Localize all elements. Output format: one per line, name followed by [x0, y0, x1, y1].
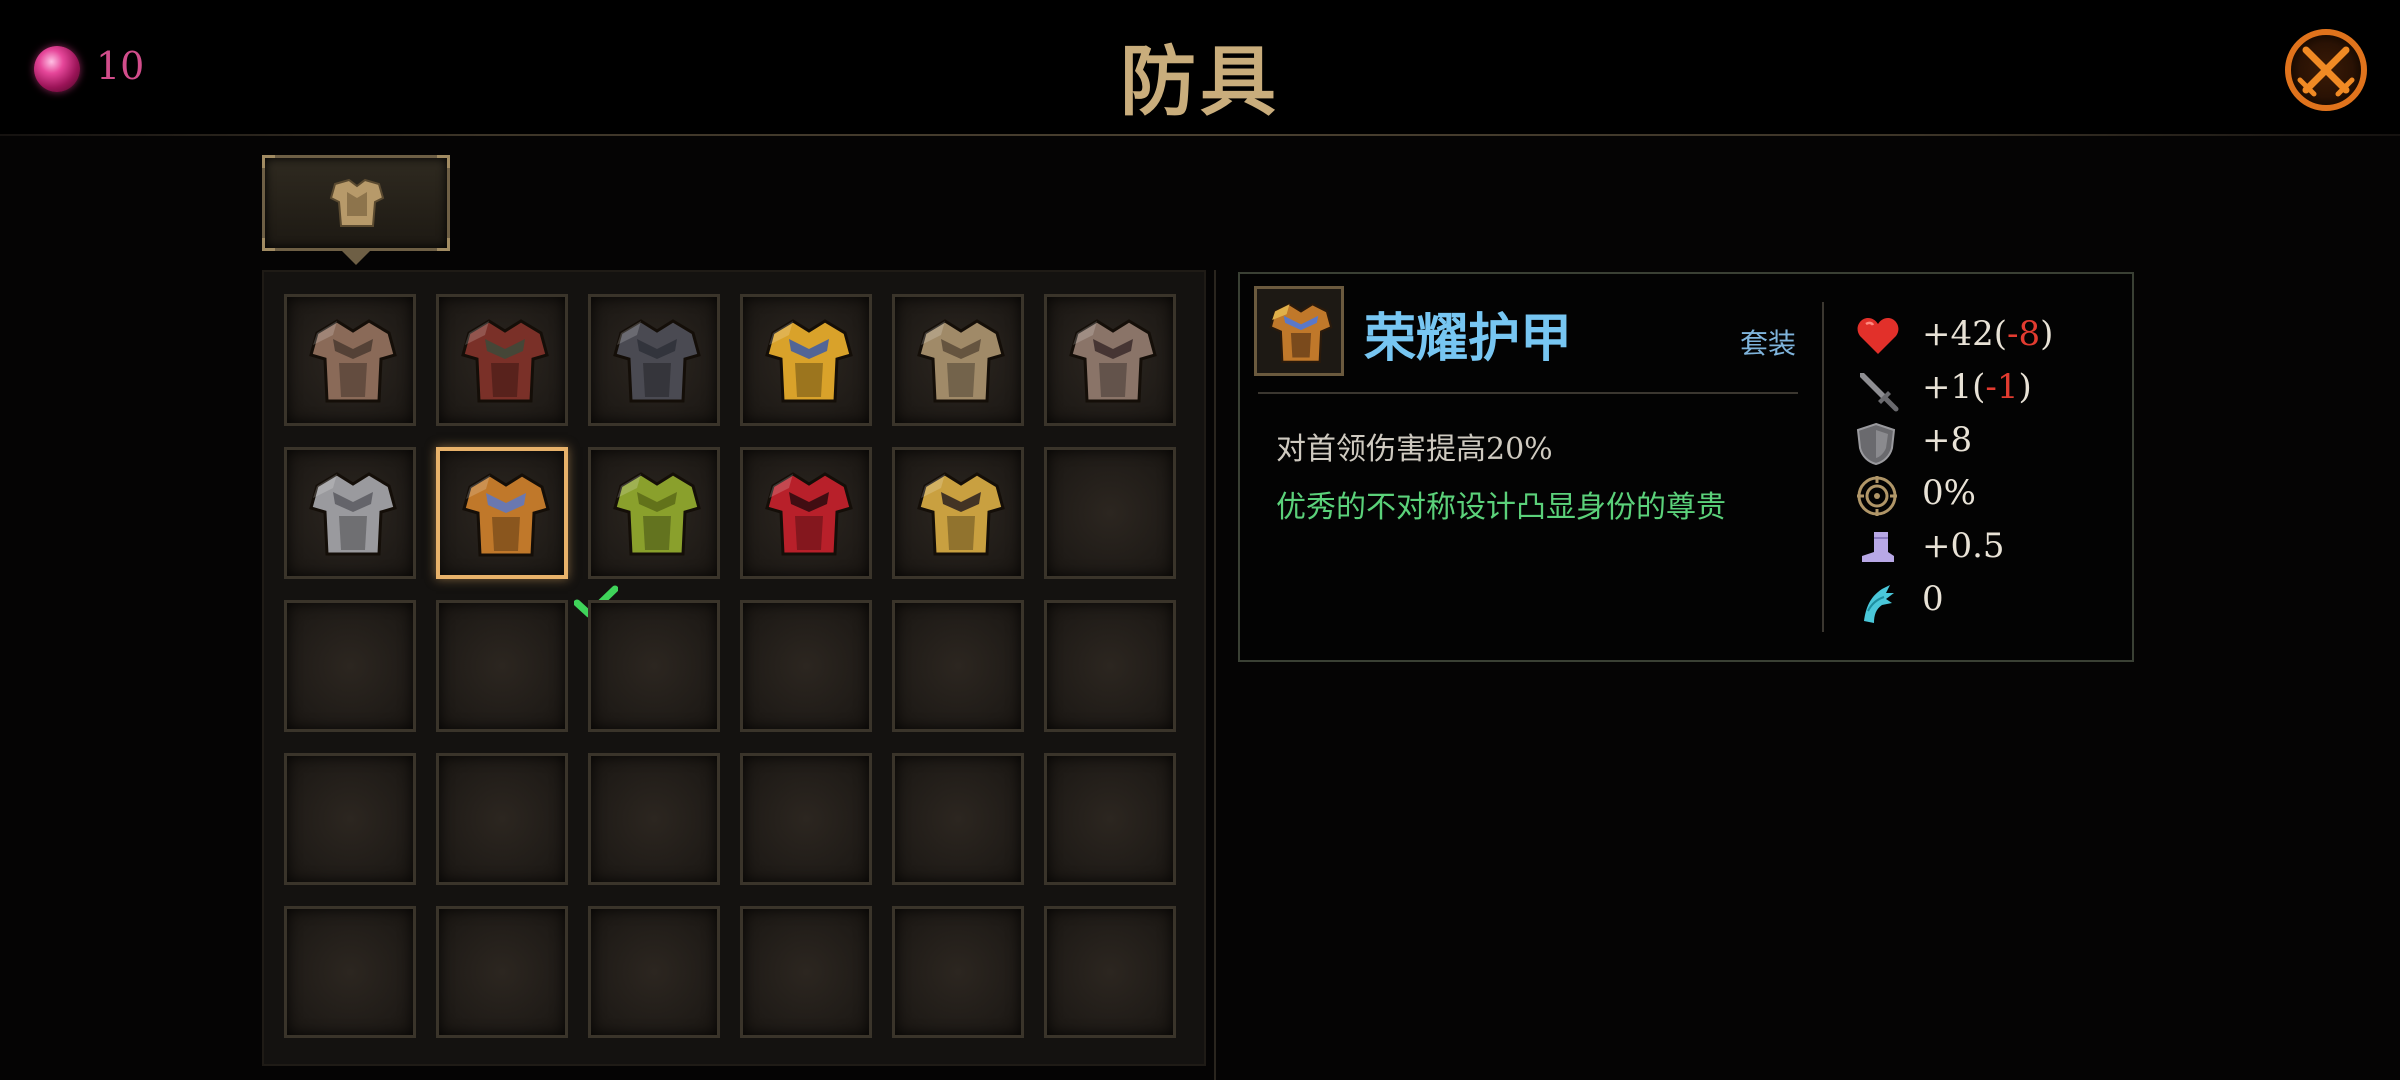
- top-bar-divider: [0, 134, 2400, 136]
- empty-slot[interactable]: [436, 600, 568, 732]
- tab-corner: [262, 238, 275, 251]
- stat-value: 0: [1922, 579, 1944, 619]
- close-crossed-swords-icon: [2285, 29, 2367, 111]
- armor-slot[interactable]: [740, 294, 872, 426]
- empty-slot[interactable]: [284, 753, 416, 885]
- close-button[interactable]: [2280, 24, 2372, 116]
- empty-slot[interactable]: [588, 600, 720, 732]
- item-detail-panel: 荣耀护甲 套装 对首领伤害提高20% 优秀的不对称设计凸显身份的尊贵 +42(-…: [1238, 272, 2134, 662]
- stat-value: 0%: [1922, 473, 1976, 513]
- crit-target-icon: [1857, 476, 1897, 516]
- empty-slot[interactable]: [284, 906, 416, 1038]
- empty-slot[interactable]: [1044, 753, 1176, 885]
- item-flavor-text: 优秀的不对称设计凸显身份的尊贵: [1276, 490, 1726, 525]
- armor-slot[interactable]: [1044, 294, 1176, 426]
- armor-slot[interactable]: [740, 447, 872, 579]
- empty-slot[interactable]: [1044, 600, 1176, 732]
- armor-slot[interactable]: [588, 294, 720, 426]
- armor-slot[interactable]: [436, 447, 618, 618]
- armor-slot[interactable]: [284, 294, 416, 426]
- tab-corner: [437, 238, 450, 251]
- empty-slot[interactable]: [436, 753, 568, 885]
- page-title: 防具: [1120, 37, 1280, 126]
- boot-speed-icon: [1862, 532, 1894, 562]
- tab-corner: [437, 155, 450, 168]
- stat-value: +8: [1922, 420, 1973, 460]
- inventory-grid: [262, 270, 1206, 1066]
- panel-divider: [1214, 270, 1216, 1080]
- stat-value: +0.5: [1922, 526, 2005, 566]
- empty-slot[interactable]: [892, 906, 1024, 1038]
- armor-slot[interactable]: [892, 447, 1024, 579]
- glory-armor-icon: [1269, 302, 1333, 363]
- empty-slot[interactable]: [588, 753, 720, 885]
- empty-slot[interactable]: [892, 753, 1024, 885]
- tab-chest-armor[interactable]: [262, 155, 450, 251]
- stat-divider: [1822, 302, 1824, 632]
- empty-slot[interactable]: [1044, 447, 1176, 579]
- chest-armor-icon: [329, 178, 385, 227]
- heart-icon: [1857, 318, 1899, 354]
- empty-slot[interactable]: [892, 600, 1024, 732]
- shield-icon: [1856, 422, 1896, 466]
- empty-slot[interactable]: [284, 600, 416, 732]
- armor-slot[interactable]: [892, 294, 1024, 426]
- empty-slot[interactable]: [740, 753, 872, 885]
- armor-slot[interactable]: [436, 294, 568, 426]
- tab-pointer: [342, 251, 370, 265]
- sword-icon: [1860, 373, 1899, 412]
- item-effect: 对首领伤害提高20%: [1276, 432, 1553, 467]
- armor-slot[interactable]: [588, 447, 720, 579]
- empty-slot[interactable]: [436, 906, 568, 1038]
- empty-slot[interactable]: [740, 906, 872, 1038]
- stat-value: +42(-8): [1922, 314, 2054, 354]
- empty-slot[interactable]: [740, 600, 872, 732]
- name-divider: [1258, 392, 1798, 394]
- item-name: 荣耀护甲: [1364, 309, 1573, 369]
- empty-slot[interactable]: [588, 906, 720, 1038]
- stat-value: +1(-1): [1922, 367, 2032, 407]
- empty-slot[interactable]: [1044, 906, 1176, 1038]
- claw-icon: [1864, 585, 1894, 623]
- set-link[interactable]: 套装: [1740, 322, 1796, 362]
- armor-slot[interactable]: [284, 447, 416, 579]
- item-detail-icon: [1254, 286, 1344, 376]
- tab-corner: [262, 155, 275, 168]
